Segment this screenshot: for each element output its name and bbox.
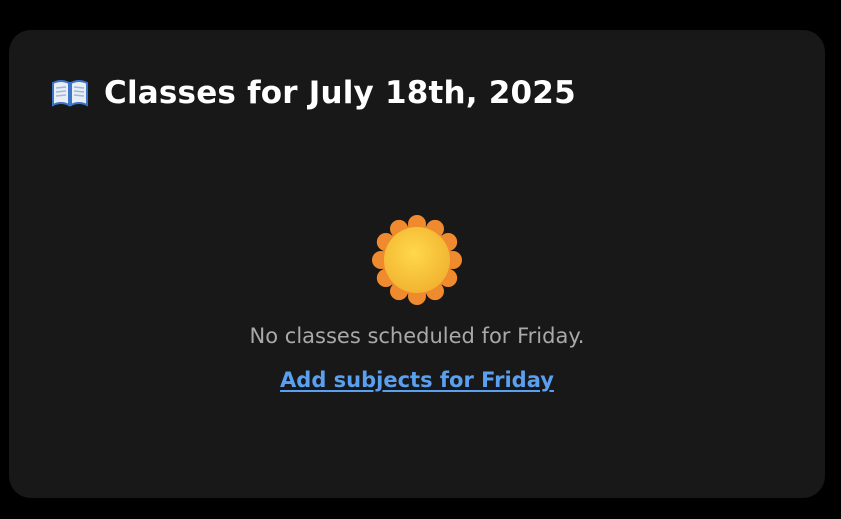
sun-icon xyxy=(371,214,463,306)
empty-state-message: No classes scheduled for Friday. xyxy=(249,324,585,348)
classes-card: Classes for July 18th, 2025 No classes s… xyxy=(9,30,825,498)
card-header: Classes for July 18th, 2025 xyxy=(51,70,576,116)
empty-state: No classes scheduled for Friday. Add sub… xyxy=(9,214,825,392)
add-subjects-link[interactable]: Add subjects for Friday xyxy=(280,368,554,392)
open-book-icon xyxy=(51,78,89,108)
card-title: Classes for July 18th, 2025 xyxy=(104,75,576,111)
